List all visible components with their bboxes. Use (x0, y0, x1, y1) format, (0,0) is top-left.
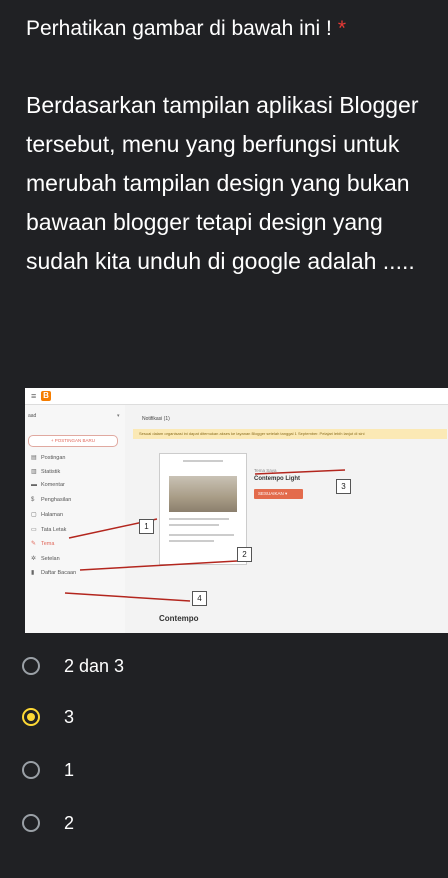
required-mark: * (337, 17, 347, 40)
radio-button[interactable] (22, 761, 40, 779)
option-3[interactable]: 3 (22, 702, 422, 732)
number-box-3: 3 (336, 479, 351, 494)
arrow-3 (254, 469, 346, 475)
option-label: 2 (64, 812, 75, 833)
question-image: ≡ B aad ▾ + POSTINGAN BARU ▤ Postingan ▥ S… (25, 388, 448, 633)
option-2-dan-3[interactable]: 2 dan 3 (22, 651, 422, 681)
arrow-4 (64, 592, 191, 602)
number-box-1: 1 (139, 519, 154, 534)
radio-button[interactable] (22, 657, 40, 675)
question-title: Perhatikan gambar di bawah ini ! * (26, 14, 436, 43)
radio-button-selected[interactable] (22, 708, 40, 726)
question-body: Berdasarkan tampilan aplikasi Blogger te… (26, 92, 419, 274)
radio-button[interactable] (22, 814, 40, 832)
option-label: 2 dan 3 (64, 655, 125, 676)
option-label: 3 (64, 706, 75, 727)
arrow-2 (79, 560, 238, 571)
question-title-text: Perhatikan gambar di bawah ini ! (26, 17, 332, 40)
option-1[interactable]: 1 (22, 755, 422, 785)
annotation-arrows (64, 469, 346, 602)
option-label: 1 (64, 759, 75, 780)
number-box-2: 2 (237, 547, 252, 562)
option-2[interactable]: 2 (22, 808, 422, 838)
number-box-4: 4 (192, 591, 207, 606)
